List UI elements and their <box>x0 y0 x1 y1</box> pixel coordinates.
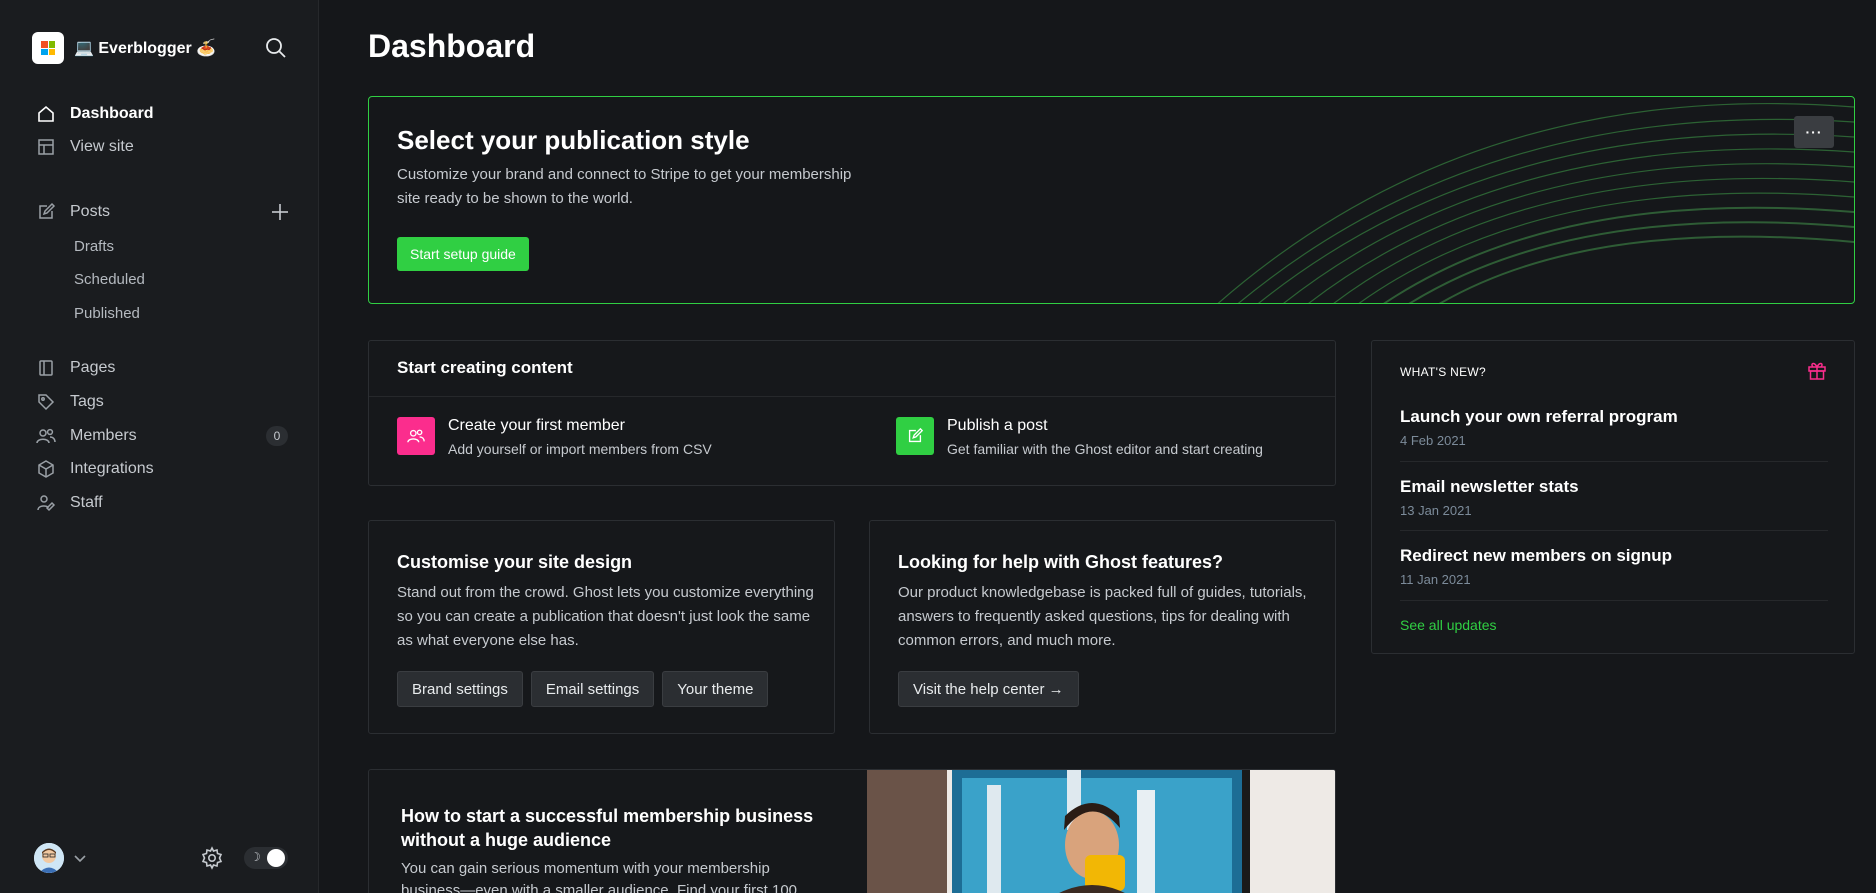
publication-style-banner: Select your publication style Customize … <box>368 96 1855 304</box>
dark-mode-toggle[interactable]: ☽ <box>244 847 288 869</box>
banner-description: Customize your brand and connect to Stri… <box>397 166 852 207</box>
gift-icon <box>1806 359 1828 381</box>
new-post-plus-icon[interactable] <box>268 200 292 224</box>
toggle-knob <box>267 849 285 867</box>
nav-members[interactable]: Members <box>36 422 296 450</box>
nav-published[interactable]: Published <box>74 301 140 325</box>
site-logo <box>32 32 64 64</box>
create-member-subtitle: Add yourself or import members from CSV <box>448 441 712 457</box>
nav-staff-label: Staff <box>70 494 103 511</box>
help-description: Our product knowledgebase is packed full… <box>898 584 1307 649</box>
members-icon <box>36 428 56 444</box>
email-settings-button[interactable]: Email settings <box>530 671 655 707</box>
publish-post-item[interactable]: Publish a post Get familiar with the Gho… <box>896 417 1263 457</box>
moon-icon: ☽ <box>250 850 261 864</box>
nav-pages[interactable]: Pages <box>36 354 296 382</box>
update-date: 13 Jan 2021 <box>1400 503 1472 518</box>
nav-dashboard-label: Dashboard <box>70 105 154 122</box>
site-brand[interactable]: 💻 Everblogger 🍝 <box>32 32 216 64</box>
article-title: How to start a successful membership bus… <box>401 806 814 850</box>
update-title: Launch your own referral program <box>1400 407 1678 426</box>
user-avatar[interactable] <box>34 843 64 873</box>
update-item[interactable]: Launch your own referral program 4 Feb 2… <box>1400 407 1828 448</box>
visit-help-center-button[interactable]: Visit the help center → <box>898 671 1079 707</box>
customise-buttons: Brand settings Email settings Your theme <box>397 671 769 707</box>
search-icon[interactable] <box>264 36 288 60</box>
customise-title: Customise your site design <box>397 552 633 572</box>
divider <box>1400 530 1828 531</box>
chevron-down-icon[interactable] <box>72 850 88 866</box>
nav-members-label: Members <box>70 427 137 444</box>
create-member-title: Create your first member <box>448 417 625 434</box>
see-all-updates-link[interactable]: See all updates <box>1400 617 1497 633</box>
edit-icon <box>896 417 934 455</box>
help-buttons: Visit the help center → <box>898 671 1079 707</box>
edit-icon <box>39 202 56 219</box>
customise-design-card: Customise your site design Stand out fro… <box>368 520 835 734</box>
page-title: Dashboard <box>368 28 536 64</box>
nav-tags-label: Tags <box>70 393 104 410</box>
staff-icon <box>37 495 56 512</box>
start-creating-title: Start creating content <box>397 358 573 377</box>
divider <box>369 396 1335 397</box>
divider <box>1400 461 1828 462</box>
update-date: 11 Jan 2021 <box>1400 572 1471 587</box>
start-setup-guide-button[interactable]: Start setup guide <box>397 237 529 271</box>
update-date: 4 Feb 2021 <box>1400 433 1466 448</box>
article-image <box>867 770 1335 893</box>
update-item[interactable]: Email newsletter stats 13 Jan 2021 <box>1400 477 1828 518</box>
help-title: Looking for help with Ghost features? <box>898 552 1224 572</box>
page-icon <box>39 360 53 376</box>
customise-description: Stand out from the crowd. Ghost lets you… <box>397 584 814 649</box>
nav-integrations-label: Integrations <box>70 460 154 477</box>
nav-scheduled[interactable]: Scheduled <box>74 267 145 291</box>
brand-settings-button[interactable]: Brand settings <box>397 671 523 707</box>
whats-new-heading: WHAT'S NEW? <box>1400 365 1487 379</box>
create-member-item[interactable]: Create your first member Add yourself or… <box>397 417 712 457</box>
whats-new-card: WHAT'S NEW? Launch your own referral pro… <box>1371 340 1855 654</box>
nav-integrations[interactable]: Integrations <box>36 455 296 483</box>
nav-dashboard[interactable]: Dashboard <box>36 100 296 128</box>
update-title: Redirect new members on signup <box>1400 546 1673 565</box>
cube-icon <box>38 460 54 478</box>
publish-post-subtitle: Get familiar with the Ghost editor and s… <box>947 441 1263 457</box>
nav-posts-label: Posts <box>70 203 111 220</box>
nav-pages-label: Pages <box>70 359 116 376</box>
more-options-button[interactable]: ··· <box>1794 116 1834 148</box>
nav-tags[interactable]: Tags <box>36 388 296 416</box>
layout-icon <box>38 139 54 155</box>
publish-post-title: Publish a post <box>947 417 1048 434</box>
tag-icon <box>38 394 55 411</box>
help-card: Looking for help with Ghost features? Ou… <box>869 520 1336 734</box>
divider <box>1400 600 1828 601</box>
sidebar: 💻 Everblogger 🍝 Dashboard View site Post… <box>0 0 319 893</box>
article-excerpt: You can gain serious momentum with your … <box>401 860 798 893</box>
gear-icon[interactable] <box>200 846 224 870</box>
article-card[interactable]: How to start a successful membership bus… <box>368 769 1336 893</box>
banner-title: Select your publication style <box>397 125 750 155</box>
your-theme-button[interactable]: Your theme <box>662 671 769 707</box>
nav-drafts[interactable]: Drafts <box>74 234 114 258</box>
decorative-arcs <box>1217 102 1854 303</box>
start-creating-card: Start creating content Create your first… <box>368 340 1336 486</box>
site-title: 💻 Everblogger 🍝 <box>74 40 217 57</box>
nav-view-site-label: View site <box>70 138 134 155</box>
update-title: Email newsletter stats <box>1400 477 1579 496</box>
nav-view-site[interactable]: View site <box>36 133 296 161</box>
members-count-badge: 0 <box>266 426 288 446</box>
nav-posts[interactable]: Posts <box>36 198 296 226</box>
home-icon <box>38 105 54 122</box>
nav-staff[interactable]: Staff <box>36 489 296 517</box>
update-item[interactable]: Redirect new members on signup 11 Jan 20… <box>1400 546 1828 587</box>
members-icon <box>397 417 435 455</box>
